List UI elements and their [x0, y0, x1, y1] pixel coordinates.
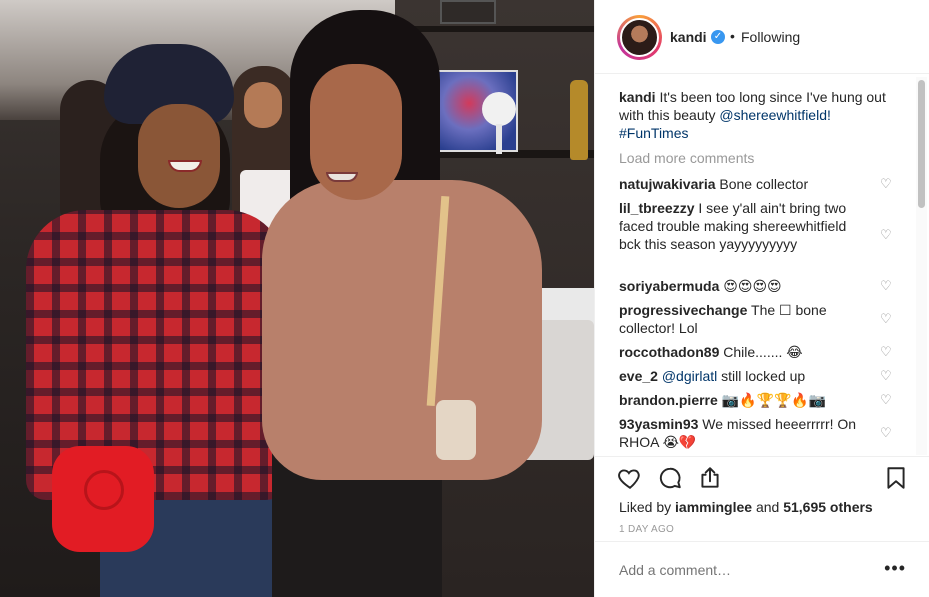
- photo-person-right-face: [310, 64, 402, 200]
- comment-like-heart-icon[interactable]: ♡: [880, 312, 892, 325]
- likes-count[interactable]: 51,695 others: [783, 499, 873, 515]
- following-button[interactable]: Following: [741, 29, 800, 45]
- list-item: roccothadon89 Chile....... 😂: [619, 343, 869, 361]
- caption-username[interactable]: kandi: [619, 89, 656, 105]
- comment-username[interactable]: roccothadon89: [619, 344, 719, 360]
- comment-username[interactable]: natujwakivaria: [619, 176, 716, 192]
- comment-like-heart-icon[interactable]: ♡: [880, 426, 892, 439]
- photo-bottle: [570, 80, 588, 160]
- list-item: eve_2 @dgirlatl still locked up: [619, 367, 869, 385]
- avatar[interactable]: [620, 18, 659, 57]
- list-item: natujwakivaria Bone collector: [619, 175, 869, 193]
- list-item: soriyabermuda 😍😍😍😍: [619, 277, 869, 295]
- load-more-comments-button[interactable]: Load more comments: [619, 150, 754, 166]
- photo-background-face: [244, 82, 282, 128]
- verified-badge-icon: ✓: [711, 30, 725, 44]
- post-timestamp[interactable]: 1 DAY AGO: [619, 524, 674, 535]
- likes-middle: and: [755, 499, 780, 515]
- photo-person-right-sweater: [262, 180, 542, 480]
- photo-small-bag: [436, 400, 476, 460]
- comment-text: Chile....... 😂: [723, 344, 803, 360]
- comment-icon[interactable]: [657, 465, 683, 491]
- list-item: lil_tbreezzy I see y'all ain't bring two…: [619, 199, 869, 253]
- photo-frame: [440, 0, 496, 24]
- bookmark-icon[interactable]: [883, 465, 909, 491]
- comment-text: still locked up: [721, 368, 806, 384]
- comment-text: 📷🔥🏆🏆🔥📷: [721, 392, 827, 408]
- comment-mention[interactable]: @dgirlatl: [662, 368, 717, 384]
- comment-username[interactable]: brandon.pierre: [619, 392, 718, 408]
- add-comment-input[interactable]: [619, 562, 879, 578]
- comment-like-heart-icon[interactable]: ♡: [880, 279, 892, 292]
- comment-username[interactable]: eve_2: [619, 368, 658, 384]
- list-item: progressivechange The ☐ bone collector! …: [619, 301, 869, 337]
- photo-shelf-edge: [400, 26, 594, 32]
- heart-icon[interactable]: [617, 465, 643, 491]
- post-photo[interactable]: [0, 0, 594, 597]
- photo-person-right-smile: [326, 172, 358, 182]
- likes-summary: Liked by iamminglee and 51,695 others: [619, 499, 873, 515]
- comment-like-heart-icon[interactable]: ♡: [880, 345, 892, 358]
- post-caption: kandi It's been too long since I've hung…: [619, 88, 889, 142]
- caption-mention[interactable]: @shereewhitfield!: [719, 107, 831, 123]
- list-item: brandon.pierre 📷🔥🏆🏆🔥📷: [619, 391, 869, 409]
- comment-like-heart-icon[interactable]: ♡: [880, 177, 892, 190]
- likes-prefix: Liked by: [619, 499, 672, 515]
- post-details-panel: kandi ✓ • Following kandi It's been too …: [594, 0, 929, 597]
- add-comment-bar: •••: [595, 541, 929, 597]
- comment-text: 😍😍😍😍: [723, 278, 782, 294]
- post-header: kandi ✓ • Following: [595, 0, 929, 74]
- header-separator: •: [730, 28, 735, 44]
- comment-like-heart-icon[interactable]: ♡: [880, 369, 892, 382]
- comment-username[interactable]: 93yasmin93: [619, 416, 698, 432]
- comment-like-heart-icon[interactable]: ♡: [880, 228, 892, 241]
- comment-username[interactable]: progressivechange: [619, 302, 747, 318]
- share-icon[interactable]: [697, 465, 723, 491]
- likes-username[interactable]: iamminglee: [675, 499, 752, 515]
- photo-lamp-stem: [496, 124, 502, 154]
- comments-list: kandi It's been too long since I've hung…: [595, 75, 929, 456]
- comment-username[interactable]: lil_tbreezzy: [619, 200, 694, 216]
- comment-username[interactable]: soriyabermuda: [619, 278, 719, 294]
- photo-lamp: [482, 92, 516, 126]
- list-item: 93yasmin93 We missed heeerrrrr! On RHOA …: [619, 415, 869, 451]
- more-options-icon[interactable]: •••: [884, 558, 906, 579]
- photo-person-left-face: [138, 104, 220, 208]
- header-username[interactable]: kandi: [670, 29, 707, 45]
- comment-like-heart-icon[interactable]: ♡: [880, 393, 892, 406]
- caption-hashtag[interactable]: #FunTimes: [619, 125, 689, 141]
- photo-handbag-logo: [84, 470, 124, 510]
- comment-text: Bone collector: [719, 176, 809, 192]
